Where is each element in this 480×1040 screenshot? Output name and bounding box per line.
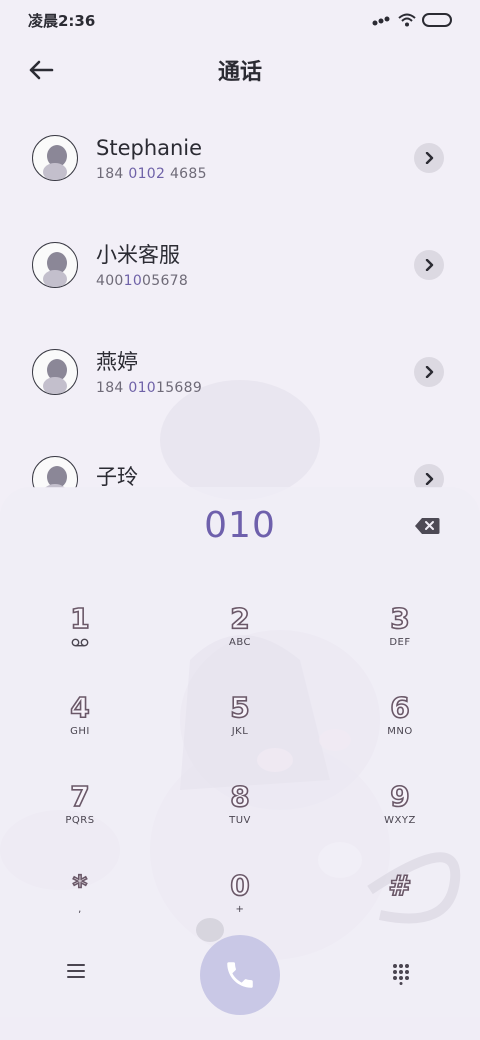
menu-icon (67, 964, 85, 978)
key-9[interactable]: 9 WXYZ (350, 780, 450, 851)
key-digit: 8 (229, 780, 250, 814)
key-star[interactable]: * , (30, 869, 130, 940)
key-5[interactable]: 5 JKL (190, 691, 290, 762)
key-4[interactable]: 4 GHI (30, 691, 130, 762)
avatar (32, 241, 78, 288)
key-digit: 1 (69, 602, 90, 636)
key-digit: 4 (69, 691, 90, 725)
contact-detail-button[interactable] (414, 463, 444, 488)
key-letters: ABC (228, 637, 251, 648)
key-0[interactable]: 0 + (190, 869, 290, 940)
contact-name: 燕婷 (96, 349, 138, 374)
contact-detail-button[interactable] (414, 142, 444, 173)
contact-row[interactable]: 燕婷 184 01015689 (0, 318, 480, 425)
key-letters: WXYZ (384, 815, 416, 826)
key-letters: PQRS (65, 815, 95, 826)
dialer-actions (0, 935, 480, 1015)
key-digit: 6 (389, 691, 410, 725)
avatar (32, 134, 78, 181)
wifi-icon (398, 13, 416, 27)
dialer-panel: 010 1 2 ABC 3 DEF 4 GHI 5 JKL 6 MNO 7 PQ… (0, 487, 480, 1040)
avatar (32, 348, 78, 395)
key-1[interactable]: 1 (30, 602, 130, 673)
key-digit: 5 (229, 691, 250, 725)
key-digit: 3 (389, 602, 410, 636)
backspace-button[interactable] (414, 517, 440, 535)
contact-number: 184 01015689 (96, 379, 203, 396)
key-8[interactable]: 8 TUV (190, 780, 290, 851)
menu-button[interactable] (66, 963, 90, 983)
key-letters: , (78, 904, 82, 915)
key-7[interactable]: 7 PQRS (30, 780, 130, 851)
chevron-right-icon (425, 151, 434, 164)
contact-number: 184 0102 4685 (96, 165, 207, 182)
page-title: 通话 (217, 60, 262, 85)
contact-number: 4001005678 (96, 272, 189, 289)
status-time: 凌晨2:36 (28, 11, 96, 30)
key-letters: DEF (389, 637, 411, 648)
voicemail-icon (71, 638, 89, 647)
contact-detail-button[interactable] (414, 249, 444, 280)
key-letters: JKL (231, 726, 249, 737)
phone-icon (227, 962, 253, 988)
header: 通话 (0, 44, 480, 96)
key-digit: 2 (229, 602, 250, 636)
contact-row[interactable]: Stephanie 184 0102 4685 (0, 104, 480, 211)
contact-row[interactable]: 子玲 (0, 425, 480, 488)
contact-detail-button[interactable] (414, 356, 444, 387)
chevron-right-icon (425, 258, 434, 271)
contact-row[interactable]: 小米客服 4001005678 (0, 211, 480, 318)
key-letters: TUV (229, 815, 251, 826)
contact-name: Stephanie (96, 135, 203, 160)
status-bar: 凌晨2:36 (0, 0, 480, 40)
battery-icon (422, 13, 452, 27)
contact-name: 子玲 (96, 464, 138, 489)
key-hash[interactable]: # (350, 869, 450, 940)
keypad-icon (393, 964, 409, 985)
backspace-icon (415, 518, 440, 534)
status-icons (372, 13, 452, 27)
contact-name: 小米客服 (96, 242, 180, 267)
avatar (32, 455, 78, 488)
key-digit: 7 (69, 780, 90, 814)
contact-list: Stephanie 184 0102 4685 小米客服 4001005678 (0, 104, 480, 488)
call-button[interactable] (200, 935, 280, 1015)
chevron-right-icon (425, 472, 434, 485)
key-digit: 9 (389, 780, 410, 814)
keypad-toggle-button[interactable] (392, 963, 414, 985)
key-6[interactable]: 6 MNO (350, 691, 450, 762)
key-letters: MNO (387, 726, 413, 737)
key-letters: + (235, 904, 245, 915)
key-digit: * (72, 869, 88, 903)
key-2[interactable]: 2 ABC (190, 602, 290, 673)
arrow-left-icon (29, 60, 54, 80)
key-digit: 0 (229, 869, 250, 903)
back-button[interactable] (28, 56, 60, 84)
key-letters: GHI (70, 726, 90, 737)
dialed-number[interactable]: 010 (0, 505, 480, 553)
key-3[interactable]: 3 DEF (350, 602, 450, 673)
key-digit: # (387, 869, 412, 903)
chevron-right-icon (425, 365, 434, 378)
signal-icon (372, 16, 390, 26)
